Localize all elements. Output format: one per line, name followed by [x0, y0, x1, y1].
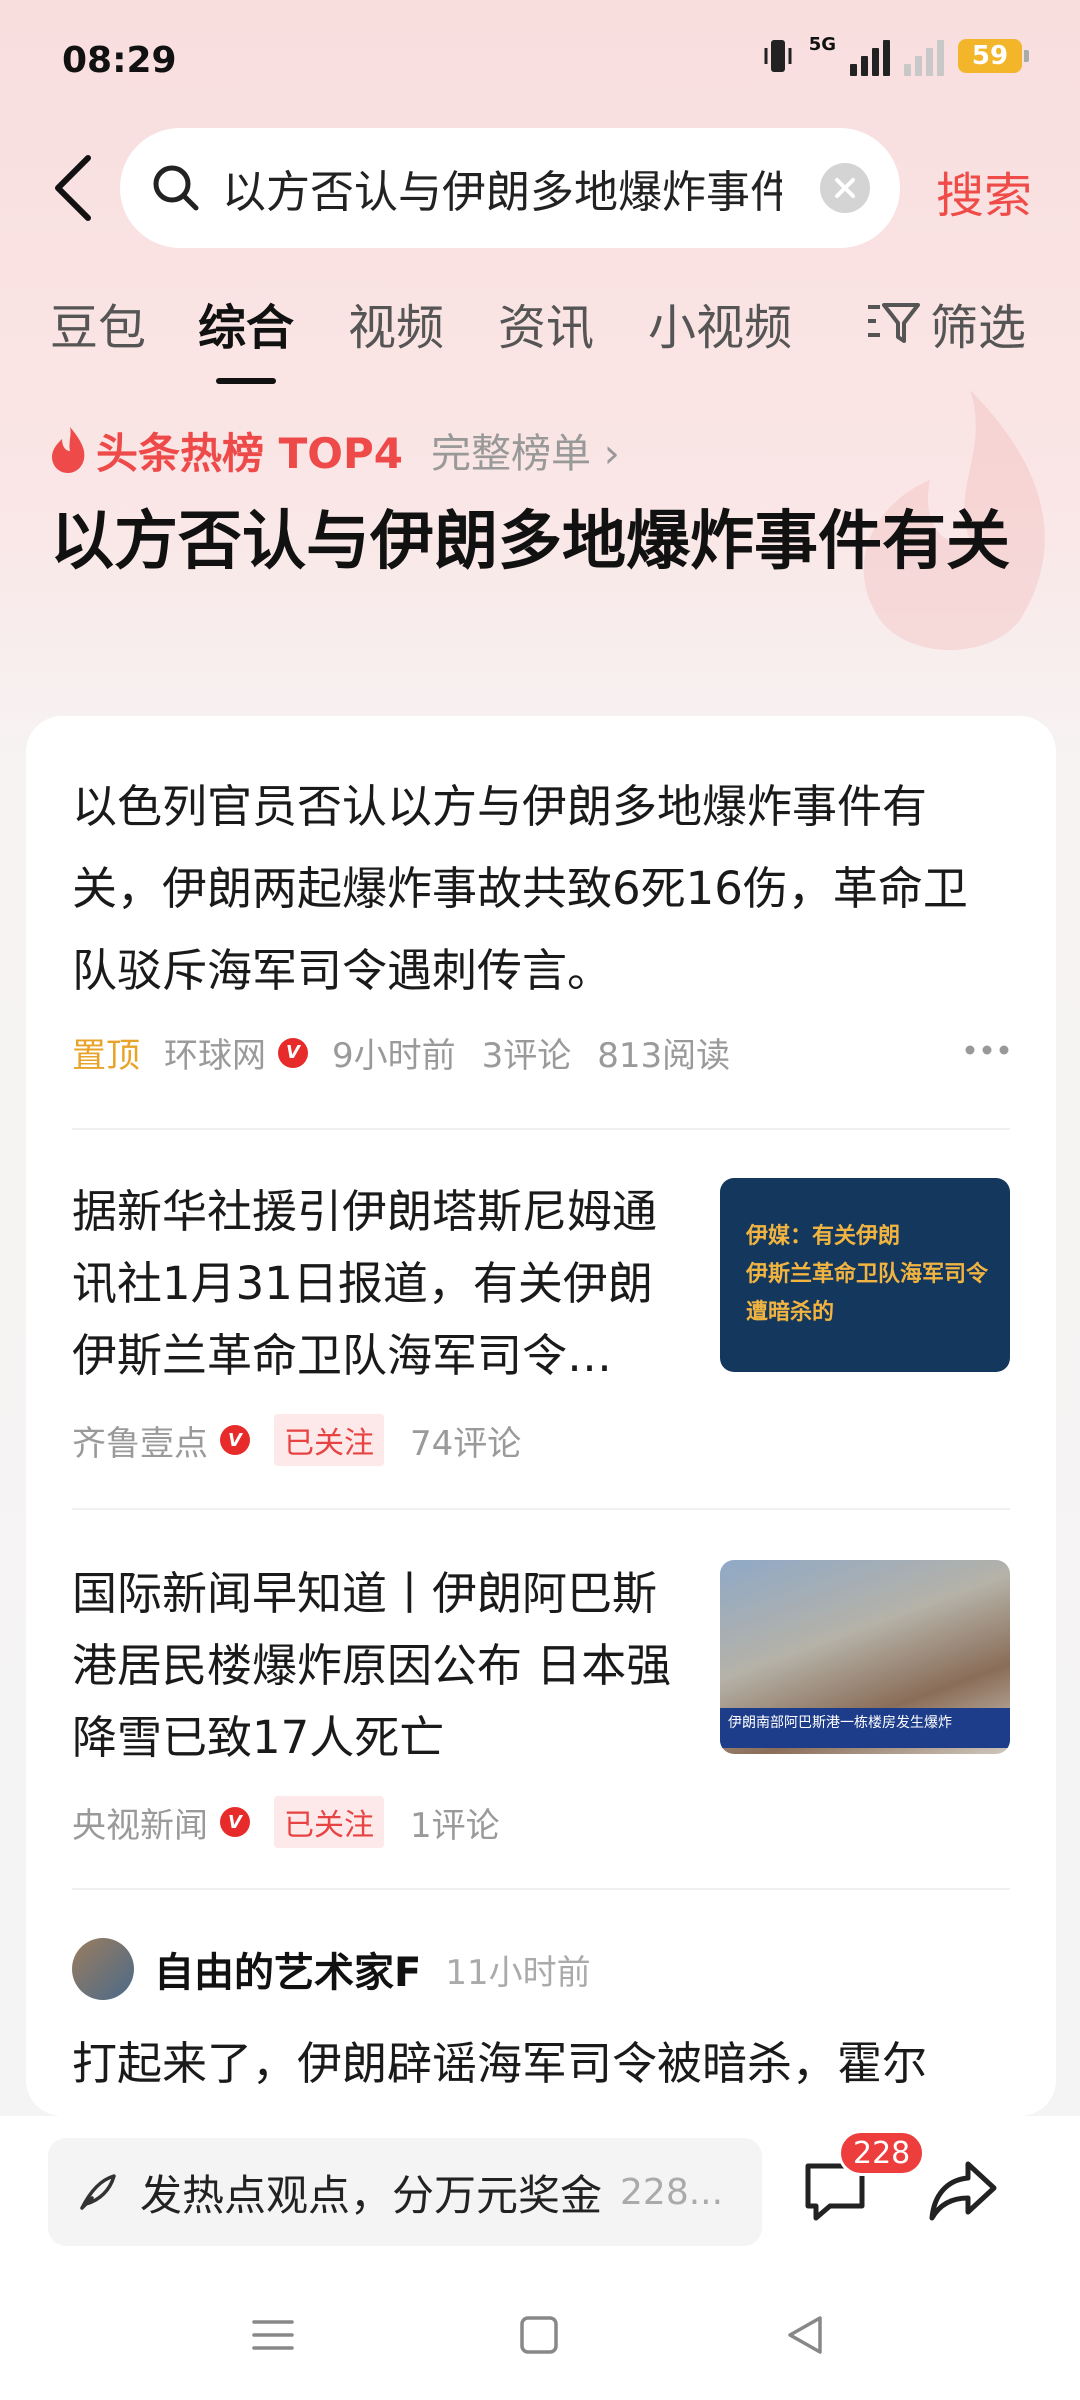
- signal-2-icon: [904, 36, 944, 76]
- news-title[interactable]: 据新华社援引伊朗塔斯尼姆通讯社1月31日报道，有关伊朗伊斯兰革命卫队海军司令…: [72, 1176, 692, 1392]
- search-bar[interactable]: [120, 128, 900, 248]
- thumbnail-caption-line: 伊媒：有关伊朗: [746, 1224, 901, 1249]
- vibrate-icon: [764, 40, 792, 72]
- bottom-action-bar: 发热点观点，分万元奖金 228... 228: [0, 2116, 1080, 2266]
- results-card: 以色列官员否认以方与伊朗多地爆炸事件有关，伊朗两起爆炸事故共致6死16伤，革命卫…: [26, 716, 1056, 2116]
- filter-icon: [868, 303, 920, 343]
- comment-count: 1评论: [410, 1805, 500, 1846]
- search-input[interactable]: [222, 162, 782, 214]
- hot-list-label: 头条热榜 TOP4: [96, 428, 403, 478]
- hot-list-row[interactable]: 头条热榜 TOP4 完整榜单 ›: [48, 420, 620, 480]
- divider: [72, 1508, 1010, 1510]
- full-list-link[interactable]: 完整榜单 ›: [431, 421, 620, 479]
- system-nav-bar: [0, 2266, 1080, 2400]
- network-label: 5G: [808, 33, 836, 55]
- back-button[interactable]: [44, 150, 104, 226]
- read-count: 813阅读: [597, 1036, 731, 1076]
- followed-badge: 已关注: [274, 1796, 384, 1848]
- comment-count: 74评论: [410, 1423, 522, 1464]
- post-text[interactable]: 打起来了，伊朗辟谣海军司令被暗杀，霍尔: [72, 2034, 1012, 2094]
- news-meta: 齐鲁壹点 V 已关注 74评论: [72, 1414, 547, 1466]
- publish-time: 9小时前: [332, 1036, 456, 1076]
- home-icon[interactable]: [514, 2310, 564, 2360]
- tab-comprehensive[interactable]: 综合: [198, 288, 294, 384]
- divider: [72, 1888, 1010, 1890]
- news-thumbnail[interactable]: 伊朗南部阿巴斯港一栋楼房发生爆炸: [720, 1560, 1010, 1754]
- news-thumbnail[interactable]: 伊媒：有关伊朗 伊斯兰革命卫队海军司令 遭暗杀的: [720, 1178, 1010, 1372]
- signal-icon: [850, 36, 890, 76]
- share-icon[interactable]: [926, 2156, 1000, 2226]
- back-arrow-icon: [55, 155, 91, 221]
- tab-short-video[interactable]: 小视频: [648, 288, 792, 358]
- source-name[interactable]: 环球网: [164, 1028, 266, 1077]
- tab-doubao[interactable]: 豆包: [50, 288, 146, 358]
- hot-topic-title[interactable]: 以方否认与伊朗多地爆炸事件有关: [50, 498, 1030, 586]
- comment-placeholder: 发热点观点，分万元奖金: [140, 2170, 603, 2220]
- pen-icon: [80, 2174, 116, 2210]
- lead-summary[interactable]: 以色列官员否认以方与伊朗多地爆炸事件有关，伊朗两起爆炸事故共致6死16伤，革命卫…: [72, 766, 1002, 1012]
- fire-icon: [52, 427, 85, 473]
- comment-count-badge: 228: [838, 2130, 926, 2176]
- verified-icon: V: [220, 1425, 250, 1455]
- post-time: 11小时前: [445, 1952, 591, 1993]
- tab-news[interactable]: 资讯: [498, 288, 594, 358]
- search-button[interactable]: 搜索: [936, 156, 1032, 226]
- lead-meta: 置顶 环球网 V 9小时前 3评论 813阅读: [72, 1028, 756, 1077]
- search-icon: [153, 165, 199, 211]
- divider: [72, 1128, 1010, 1130]
- source-name[interactable]: 央视新闻: [72, 1798, 208, 1847]
- thumbnail-caption-line: 遭暗杀的: [746, 1300, 835, 1325]
- verified-icon: V: [220, 1807, 250, 1837]
- more-options-icon[interactable]: [964, 1044, 1010, 1056]
- comment-preview-count: 228...: [620, 2171, 724, 2213]
- thumbnail-ticker: 伊朗南部阿巴斯港一栋楼房发生爆炸: [720, 1708, 1010, 1748]
- news-title[interactable]: 国际新闻早知道丨伊朗阿巴斯港居民楼爆炸原因公布 日本强降雪已致17人死亡: [72, 1558, 692, 1774]
- post-author-row[interactable]: 自由的艺术家F 11小时前: [72, 1938, 591, 2000]
- menu-icon[interactable]: [248, 2310, 298, 2360]
- verified-icon: V: [278, 1037, 308, 1068]
- status-time: 08:29: [62, 40, 177, 81]
- comment-input[interactable]: 发热点观点，分万元奖金 228...: [48, 2138, 762, 2246]
- close-icon: [835, 178, 855, 198]
- status-icons: 5G 59: [761, 33, 1029, 76]
- avatar[interactable]: [72, 1938, 134, 2000]
- battery-indicator: 59: [958, 39, 1029, 73]
- tab-video[interactable]: 视频: [348, 288, 444, 358]
- comment-count: 3评论: [481, 1036, 572, 1076]
- author-name[interactable]: 自由的艺术家F: [154, 1940, 421, 1998]
- back-nav-icon[interactable]: [780, 2310, 830, 2360]
- source-name[interactable]: 齐鲁壹点: [72, 1416, 208, 1465]
- status-bar: 08:29 5G 59: [0, 0, 1080, 120]
- news-meta: 央视新闻 V 已关注 1评论: [72, 1796, 526, 1848]
- filter-label: 筛选: [930, 300, 1027, 356]
- filter-button[interactable]: 筛选: [866, 288, 1026, 358]
- thumbnail-caption-line: 伊斯兰革命卫队海军司令: [746, 1262, 989, 1287]
- followed-badge: 已关注: [274, 1414, 384, 1466]
- clear-search-button[interactable]: [820, 163, 870, 213]
- pinned-label: 置顶: [72, 1036, 140, 1076]
- category-tabs: 豆包 综合 视频 资讯 小视频 筛选: [0, 288, 1080, 384]
